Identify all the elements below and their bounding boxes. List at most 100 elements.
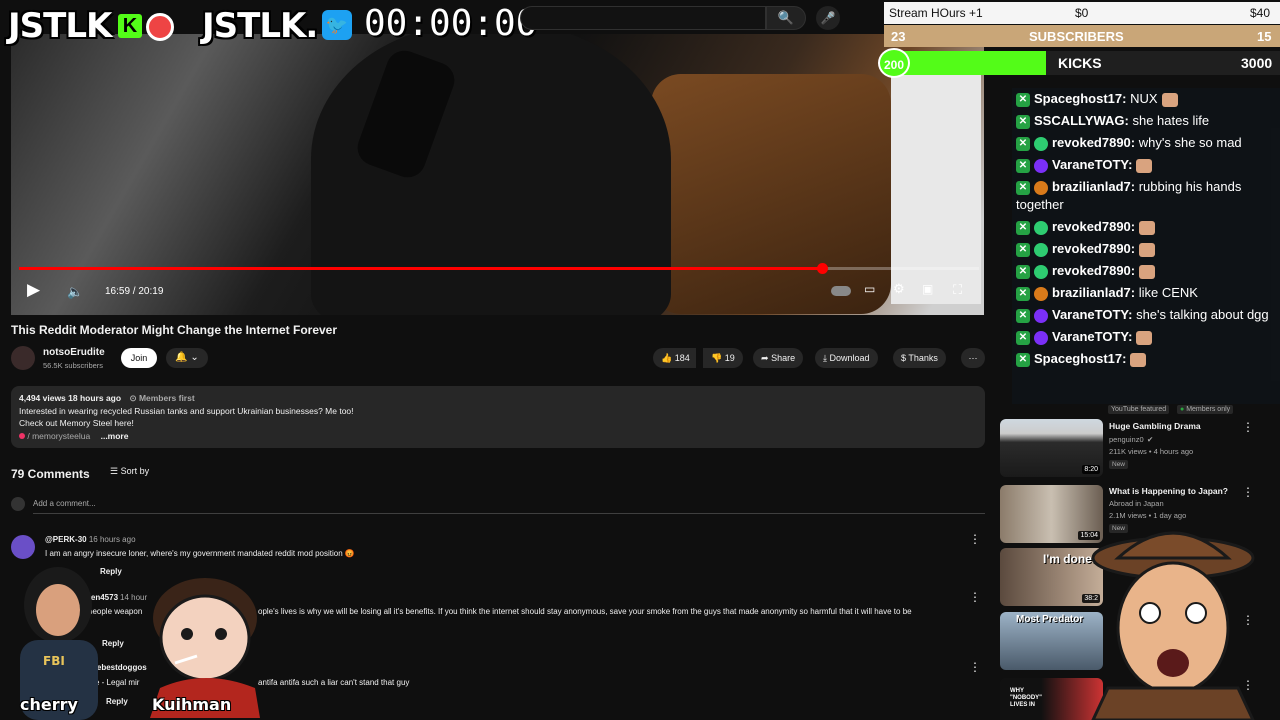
like-button[interactable]: 👍 184 <box>653 348 696 368</box>
dislike-button[interactable]: 👎 19 <box>703 348 743 368</box>
sort-by-button[interactable]: ☰ Sort by <box>110 466 149 477</box>
rec-menu-icon[interactable]: ⋮ <box>1242 420 1254 434</box>
chat-message: ✕ brazilianlad7: rubbing his hands togeth… <box>1012 176 1280 216</box>
comment-avatar[interactable] <box>11 535 35 559</box>
moderator-badge-icon: ✕ <box>1016 286 1030 301</box>
comment-author[interactable]: @PERK-30 <box>45 535 87 544</box>
notification-bell-icon[interactable]: 🔔 ⌄ <box>166 348 208 368</box>
video-progress-knob[interactable] <box>816 263 828 274</box>
video-progress-bar[interactable] <box>19 263 979 274</box>
emote-icon <box>1136 330 1153 345</box>
record-icon <box>146 13 174 41</box>
user-badge-icon <box>1034 308 1048 323</box>
thanks-label: Thanks <box>908 353 938 363</box>
more-actions-icon[interactable]: ⋯ <box>961 348 985 368</box>
add-comment-input[interactable]: Add a comment... <box>33 499 96 508</box>
video-scene-chair <box>651 74 891 314</box>
voice-search-icon[interactable]: 🎤 <box>816 6 840 30</box>
rec-channel[interactable]: Abroad in Japan <box>1109 499 1164 508</box>
show-more-link[interactable]: ...more <box>101 431 129 441</box>
play-icon[interactable]: ▶ <box>27 280 40 300</box>
autoplay-toggle[interactable] <box>831 286 851 296</box>
thumbs-down-icon: 👎 <box>711 353 723 363</box>
my-avatar <box>11 497 25 511</box>
moderator-badge-icon: ✕ <box>1016 242 1030 257</box>
moderator-badge-icon: ✕ <box>1016 330 1030 345</box>
dislike-count: 19 <box>724 353 735 363</box>
user-badge-icon <box>1034 330 1048 345</box>
subtitles-icon[interactable]: ▭ <box>864 282 875 296</box>
verified-icon: ✔ <box>1147 435 1154 444</box>
chip-members-only-label: Members only <box>1186 406 1231 413</box>
channel-name[interactable]: notsoErudite <box>43 347 105 358</box>
chat-message: ✕ brazilianlad7: like CENK <box>1012 282 1280 304</box>
share-label: Share <box>771 353 796 363</box>
download-button[interactable]: ⤓ Download <box>815 348 878 368</box>
subscribers-row: 23 SUBSCRIBERS 15 <box>884 25 1280 47</box>
rec-channel[interactable]: penguinz0 <box>1109 435 1144 444</box>
kick-badge-icon: K <box>118 14 142 38</box>
chat-text: she's talking about dgg <box>1136 307 1269 322</box>
cherry-name-label: cherry <box>20 695 78 714</box>
stream-hours-row: Stream HOurs +1 $0 $40 <box>884 2 1280 24</box>
comment-menu-icon[interactable]: ⋮ <box>969 590 981 604</box>
description-box[interactable]: 4,494 views 18 hours ago ⊙ Members first… <box>11 386 985 448</box>
sort-icon: ☰ <box>110 466 119 476</box>
search-input[interactable] <box>520 6 766 30</box>
user-badge-icon <box>1034 286 1048 301</box>
subscriber-count: 56.5K subscribers <box>43 361 104 370</box>
chat-message: ✕ VaraneTOTY: <box>1012 154 1280 176</box>
thanks-button[interactable]: $ Thanks <box>893 348 946 368</box>
moderator-badge-icon: ✕ <box>1016 92 1030 107</box>
chip-youtube-featured[interactable]: YouTube featured <box>1108 405 1170 414</box>
chip-members-only[interactable]: ● Members only <box>1177 405 1234 414</box>
volume-icon[interactable]: 🔈 <box>67 284 83 300</box>
emote-icon <box>1139 264 1156 279</box>
like-count: 184 <box>674 353 690 363</box>
thumbs-up-icon: 👍 <box>661 353 673 363</box>
search-icon[interactable]: 🔍 <box>766 6 806 30</box>
comment-header: @PERK-30 16 hours ago <box>45 535 136 544</box>
rec-title[interactable]: Huge Gambling Drama <box>1109 421 1201 431</box>
channel-avatar[interactable] <box>11 346 35 370</box>
download-icon: ⤓ <box>823 353 827 363</box>
theater-mode-icon[interactable]: ▣ <box>922 282 933 296</box>
time-readout: 16:59 / 20:19 <box>105 286 164 297</box>
kuihman-name-label: Kuihman <box>152 695 232 714</box>
chat-message: ✕ revoked7890: <box>1012 216 1280 238</box>
moderator-badge-icon: ✕ <box>1016 352 1030 367</box>
share-button[interactable]: ➦ Share <box>753 348 804 368</box>
chat-username: revoked7890: <box>1052 135 1136 150</box>
settings-gear-icon[interactable]: ⚙ <box>893 281 905 297</box>
thanks-icon: $ <box>901 353 907 363</box>
chat-message: ✕ Spaceghost17: NUX <box>1012 88 1280 110</box>
moderator-badge-icon: ✕ <box>1016 308 1030 323</box>
members-first-icon: ⊙ <box>129 393 137 403</box>
comment-text: I am an angry insecure loner, where's my… <box>45 549 355 558</box>
chat-text: she hates life <box>1132 113 1210 128</box>
moderator-badge-icon: ✕ <box>1016 114 1030 129</box>
stream-hours-label: Stream HOurs +1 <box>889 6 983 20</box>
comment-input-underline <box>33 513 985 514</box>
kicks-label: KICKS <box>1058 55 1102 71</box>
chat-message: ✕ revoked7890: why's she so mad <box>1012 132 1280 154</box>
stream-hours-high: $40 <box>1250 6 1271 20</box>
subs-right-count: 15 <box>1257 29 1272 44</box>
description-line-2: Check out Memory Steel here! <box>19 418 134 428</box>
svg-text:FBI: FBI <box>43 654 65 668</box>
fullscreen-icon[interactable]: ⛶ <box>953 282 962 298</box>
video-title: This Reddit Moderator Might Change the I… <box>11 323 338 337</box>
moderator-badge-icon: ✕ <box>1016 220 1030 235</box>
video-player[interactable]: ▶ 🔈 16:59 / 20:19 ▭ ⚙ ▣ ⛶ <box>11 34 984 315</box>
comment-menu-icon[interactable]: ⋮ <box>969 660 981 674</box>
description-link[interactable]: / memorysteelua <box>27 431 90 441</box>
stream-hours-low: $0 <box>1075 6 1089 20</box>
rec-thumbnail[interactable]: 8:20 <box>1000 419 1103 477</box>
rec-thumb-text: Most Predator <box>1016 614 1084 625</box>
rec-title[interactable]: What is Happening to Japan? <box>1109 486 1228 496</box>
join-button[interactable]: Join <box>121 348 157 368</box>
video-scene-person <box>311 34 671 315</box>
comment-menu-icon[interactable]: ⋮ <box>969 532 981 546</box>
rec-menu-icon[interactable]: ⋮ <box>1242 485 1254 499</box>
chat-username: brazilianlad7: <box>1052 285 1136 300</box>
